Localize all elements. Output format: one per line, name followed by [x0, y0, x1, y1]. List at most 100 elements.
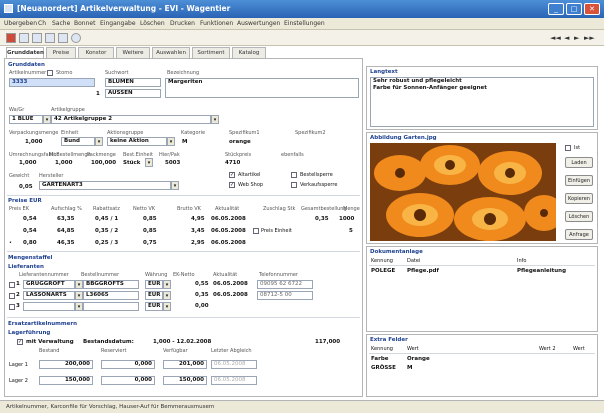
- menu-item-loeschen[interactable]: Löschen: [140, 20, 165, 27]
- extrafeld-row1-wert[interactable]: Orange: [407, 356, 430, 362]
- preis-row2-nettovk[interactable]: 0,85: [143, 228, 157, 234]
- dokument-row1-datei[interactable]: Pflege.pdf: [407, 268, 439, 274]
- close-button[interactable]: ✕: [584, 3, 600, 15]
- suchwort1-input[interactable]: BLUMEN: [105, 78, 161, 87]
- spezifikum1-value[interactable]: orange: [229, 139, 251, 145]
- lieferant-row3-waehrung-dropdown-icon[interactable]: ▾: [163, 302, 171, 311]
- lieferant-row3-checkbox[interactable]: [9, 304, 15, 310]
- menu-item-auswertungen[interactable]: Auswertungen: [237, 20, 280, 27]
- next-record-icon[interactable]: ►: [574, 34, 579, 42]
- lager1-verfuegbar[interactable]: 201,000: [163, 360, 207, 369]
- warengruppe-dropdown-icon[interactable]: ▾: [43, 115, 51, 124]
- artikelgruppe-input[interactable]: 42 Artikelgruppe 2: [51, 115, 211, 124]
- new-document-icon[interactable]: [19, 33, 29, 43]
- first-record-icon[interactable]: ◄◄: [550, 34, 561, 42]
- lieferant-row2-checkbox[interactable]: [9, 293, 15, 299]
- lieferant-row3-eknetto[interactable]: 0,00: [195, 303, 209, 309]
- packmenge-value[interactable]: 100,000: [91, 160, 116, 166]
- artikelgruppe-dropdown-icon[interactable]: ▾: [211, 115, 219, 124]
- preis-row2-rabatt[interactable]: 0,35 / 2: [95, 228, 118, 234]
- search-icon[interactable]: [32, 33, 42, 43]
- bestelleinheit-value[interactable]: Stück: [123, 160, 140, 166]
- verkaufssperre-checkbox[interactable]: [291, 182, 297, 188]
- bestellsperre-checkbox[interactable]: [291, 172, 297, 178]
- preis-row3-rabatt[interactable]: 0,25 / 3: [95, 240, 118, 246]
- preis-row3-aktualitaet[interactable]: 06.05.2008: [211, 240, 246, 246]
- extrafeld-row1-kennung[interactable]: Farbe: [371, 356, 389, 362]
- lieferant-row1-nummer[interactable]: GRÜGGROFT: [23, 280, 75, 289]
- menu-item-ubergeben[interactable]: Ubergeben: [4, 20, 37, 27]
- hersteller-input[interactable]: GÄRTENART3: [39, 181, 171, 190]
- section-mengenstaffel[interactable]: Mengenstaffel: [8, 255, 52, 261]
- dokument-row1-info[interactable]: Pflegeanleitung: [517, 268, 566, 274]
- menu-item-eingangabe[interactable]: Eingangabe: [100, 20, 136, 27]
- section-ersatzartikel[interactable]: Ersatzartikelnummern: [8, 321, 77, 327]
- tab-sortiment[interactable]: Sortiment: [192, 47, 230, 58]
- preis-row1-aufschlag[interactable]: 63,35: [57, 216, 74, 222]
- print-icon[interactable]: [45, 33, 55, 43]
- section-preise[interactable]: Preise EUR: [8, 198, 42, 204]
- lieferant-row2-dropdown-icon[interactable]: ▾: [75, 291, 83, 300]
- lager2-bestand[interactable]: 150,000: [39, 376, 93, 385]
- preis-row1-nettovk[interactable]: 0,85: [143, 216, 157, 222]
- preis-row2-ek[interactable]: 0,54: [23, 228, 37, 234]
- preis-row2-menge[interactable]: 5: [349, 228, 353, 234]
- kopieren-button[interactable]: Kopieren: [565, 193, 593, 204]
- help-icon[interactable]: [71, 33, 81, 43]
- preis-row2-aufschlag[interactable]: 64,85: [57, 228, 74, 234]
- einfuegen-button[interactable]: Einfügen: [565, 175, 593, 186]
- preis-row1-aktualitaet[interactable]: 06.05.2008: [211, 216, 246, 222]
- menu-item-einstellungen[interactable]: Einstellungen: [284, 20, 325, 27]
- lieferant-row2-telefon[interactable]: 08712-5 00: [257, 291, 313, 300]
- last-record-icon[interactable]: ►►: [584, 34, 595, 42]
- menu-item-drucken[interactable]: Drucken: [170, 20, 195, 27]
- lager1-reserviert[interactable]: 0,000: [101, 360, 155, 369]
- preis-row2-aktualitaet[interactable]: 06.05.2008: [211, 228, 246, 234]
- menu-item-ch[interactable]: Ch: [38, 20, 46, 27]
- lager-verwaltung-checkbox[interactable]: ✓: [17, 339, 23, 345]
- laden-button[interactable]: Laden: [565, 157, 593, 168]
- preis-row2-bruttovk[interactable]: 3,45: [191, 228, 205, 234]
- altartikel-checkbox[interactable]: ✓: [229, 172, 235, 178]
- section-lieferanten[interactable]: Lieferanten: [8, 264, 44, 270]
- preis-row1-ek[interactable]: 0,54: [23, 216, 37, 222]
- bild-ist-checkbox[interactable]: [565, 145, 571, 151]
- lieferant-row3-bestellnummer[interactable]: [83, 302, 139, 311]
- lieferant-row3-dropdown-icon[interactable]: ▾: [75, 302, 83, 311]
- langtext-textarea[interactable]: Sehr robust und pflegeleicht Farbe für S…: [370, 77, 594, 127]
- aktionsgruppe-dropdown-icon[interactable]: ▾: [167, 137, 175, 146]
- lieferant-row1-waehrung[interactable]: EUR: [145, 280, 163, 289]
- einheit-input[interactable]: Bund: [61, 137, 95, 146]
- bestellmenge-value[interactable]: 1,000: [55, 160, 72, 166]
- preis-row3-aufschlag[interactable]: 46,35: [57, 240, 74, 246]
- kategorie-value[interactable]: M: [182, 139, 187, 145]
- preis-row3-ek[interactable]: 0,80: [23, 240, 37, 246]
- lieferant-row2-waehrung[interactable]: EUR: [145, 291, 163, 300]
- loeschen-button[interactable]: Löschen: [565, 211, 593, 222]
- hersteller-dropdown-icon[interactable]: ▾: [171, 181, 179, 190]
- langtext-header[interactable]: Langtext: [370, 69, 398, 75]
- extrafelder-header[interactable]: Extra Felder: [370, 337, 408, 343]
- umrechnung-value[interactable]: 1,000: [19, 160, 36, 166]
- bestelleinheit-dropdown-icon[interactable]: ▾: [145, 158, 153, 167]
- lager2-abgleich[interactable]: 06.05.2008: [211, 376, 257, 385]
- lager1-abgleich[interactable]: 06.05.2008: [211, 360, 257, 369]
- lieferant-row2-bestellnummer[interactable]: L36065: [83, 291, 139, 300]
- preis-row3-bruttovk[interactable]: 2,95: [191, 240, 205, 246]
- lieferant-row2-nummer[interactable]: LASSONARTS: [23, 291, 75, 300]
- menu-item-funktionen[interactable]: Funktionen: [200, 20, 233, 27]
- section-lagerfuehrung[interactable]: Lagerführung: [8, 330, 50, 336]
- delete-icon[interactable]: [6, 33, 16, 43]
- artikelnummer-input[interactable]: 3333: [9, 78, 95, 87]
- lieferant-row1-aktualitaet[interactable]: 06.05.2008: [213, 281, 248, 287]
- lieferant-row1-eknetto[interactable]: 0,55: [195, 281, 209, 287]
- preis-row3-nettovk[interactable]: 0,75: [143, 240, 157, 246]
- lieferant-row1-telefon[interactable]: 09095 62 6722: [257, 280, 313, 289]
- lieferant-row1-dropdown-icon[interactable]: ▾: [75, 280, 83, 289]
- verpackung-value[interactable]: 1,000: [25, 139, 42, 145]
- lager2-reserviert[interactable]: 0,000: [101, 376, 155, 385]
- tab-weitere[interactable]: Weitere: [116, 47, 150, 58]
- ean-value[interactable]: 5003: [165, 160, 180, 166]
- menu-item-sache[interactable]: Sache: [52, 20, 70, 27]
- suchwort2-input[interactable]: AUSSEN: [105, 89, 161, 98]
